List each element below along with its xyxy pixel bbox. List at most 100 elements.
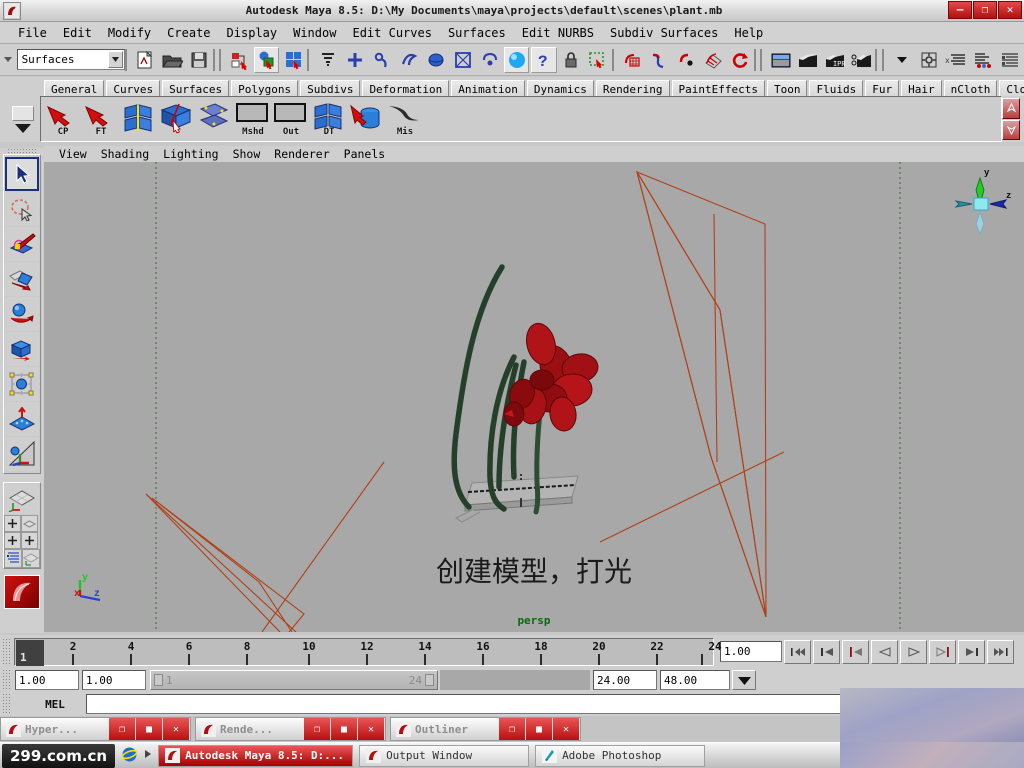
layout-cell-bottom-right[interactable]	[21, 532, 38, 549]
viewport-menu-lighting[interactable]: Lighting	[156, 147, 225, 161]
select-tool[interactable]	[5, 157, 39, 191]
paint-select-tool[interactable]	[5, 227, 39, 261]
channel-box-icon[interactable]	[971, 47, 996, 73]
menu-file[interactable]: File	[10, 24, 55, 42]
ipr-render-icon[interactable]: IPR	[822, 47, 847, 73]
window-render-view[interactable]: Rende... ❐ ■ ✕	[195, 717, 386, 741]
scroll-up-icon[interactable]	[1002, 98, 1020, 119]
viewport-menu-shading[interactable]: Shading	[94, 147, 156, 161]
render-current-frame-icon[interactable]	[768, 47, 793, 73]
time-slider-drag-handle[interactable]	[2, 638, 12, 666]
batch-render-icon[interactable]	[849, 47, 874, 73]
make-live-icon[interactable]	[450, 47, 475, 73]
restore-button[interactable]: ■	[136, 718, 163, 740]
play-forwards-button[interactable]	[900, 640, 927, 664]
taskbar-item-output-window[interactable]: Output Window	[359, 745, 529, 767]
shelf-item-ft[interactable]: FT	[83, 101, 119, 137]
play-backwards-button[interactable]	[871, 640, 898, 664]
close-button[interactable]: ✕	[998, 1, 1022, 19]
snap-point-red-icon[interactable]	[674, 47, 699, 73]
time-slider-track[interactable]: 1 2 4 6 8 10 12 14 16 18 20 22 24	[14, 638, 714, 666]
rotate-tool[interactable]	[5, 297, 39, 331]
move-tool[interactable]	[5, 262, 39, 296]
window-outliner[interactable]: Outliner ❐ ■ ✕	[390, 717, 581, 741]
internet-explorer-icon[interactable]	[121, 746, 138, 766]
select-by-hierarchy-icon[interactable]	[227, 47, 252, 73]
menu-edit[interactable]: Edit	[55, 24, 100, 42]
show-manipulator-tool[interactable]	[5, 437, 39, 471]
shelf-item-cp[interactable]: CP	[45, 101, 81, 137]
maximize-button[interactable]: ❐	[973, 1, 997, 19]
shelf-tab-surfaces[interactable]: Surfaces	[162, 80, 229, 97]
snap-rotate-icon[interactable]	[728, 47, 753, 73]
menu-display[interactable]: Display	[219, 24, 286, 42]
help-icon[interactable]: ?	[531, 47, 556, 73]
window-hypershade[interactable]: Hyper... ❐ ■ ✕	[0, 717, 191, 741]
shelf-tab-polygons[interactable]: Polygons	[231, 80, 298, 97]
snap-to-grid-plus-icon[interactable]	[342, 47, 367, 73]
shelf-tab-animation[interactable]: Animation	[451, 80, 525, 97]
render-settings-icon[interactable]	[795, 47, 820, 73]
outliner-persp-layout[interactable]	[4, 549, 40, 568]
shelf-item-mis[interactable]: Mis	[387, 101, 423, 137]
range-start-field[interactable]: 1.00	[82, 670, 146, 690]
shelf-tab-painteffects[interactable]: PaintEffects	[672, 80, 765, 97]
range-end-handle[interactable]	[425, 674, 434, 686]
save-scene-icon[interactable]	[187, 47, 212, 73]
select-marquee-icon[interactable]	[586, 47, 611, 73]
menu-help[interactable]: Help	[726, 24, 771, 42]
construction-history-icon[interactable]	[477, 47, 502, 73]
shelf-tab-dynamics[interactable]: Dynamics	[527, 80, 594, 97]
shelf-tab-ncloth[interactable]: nCloth	[944, 80, 998, 97]
restore-button[interactable]: ■	[526, 718, 553, 740]
shelf-tab-rendering[interactable]: Rendering	[596, 80, 670, 97]
minimize-button[interactable]: –	[948, 1, 972, 19]
menu-surfaces[interactable]: Surfaces	[440, 24, 514, 42]
perspective-viewport[interactable]: 创建模型，打光 persp y z y z x	[44, 162, 1024, 632]
start-button[interactable]: 299.com.cn	[2, 744, 115, 768]
attribute-editor-icon[interactable]: x	[944, 47, 969, 73]
snap-to-curve-icon[interactable]	[369, 47, 394, 73]
close-button[interactable]: ✕	[358, 718, 385, 740]
minimize-button[interactable]: ❐	[499, 718, 526, 740]
outliner-icon[interactable]	[998, 47, 1023, 73]
shelf-item-trim[interactable]	[159, 101, 195, 137]
chevron-right-icon[interactable]	[144, 749, 152, 762]
range-bar[interactable]: 1 24	[150, 670, 438, 690]
shelf-tab-curves[interactable]: Curves	[106, 80, 160, 97]
lasso-select-tool[interactable]	[5, 192, 39, 226]
current-frame-indicator[interactable]: 1	[16, 640, 44, 666]
close-button[interactable]: ✕	[163, 718, 190, 740]
command-line-drag-handle[interactable]	[2, 693, 12, 715]
select-by-object-icon[interactable]	[254, 47, 279, 73]
minimize-button[interactable]: ❐	[304, 718, 331, 740]
shelf-item-loft[interactable]	[121, 101, 157, 137]
chevron-down-icon[interactable]	[890, 47, 915, 73]
go-to-end-button[interactable]	[987, 640, 1014, 664]
shelf-tab-cloth[interactable]: Cloth	[999, 80, 1024, 97]
soft-modification-tool[interactable]	[5, 402, 39, 436]
snap-curve-red-icon[interactable]	[647, 47, 672, 73]
scale-tool[interactable]	[5, 332, 39, 366]
range-slider-drag-handle[interactable]	[2, 669, 12, 691]
viewport-menu-view[interactable]: View	[52, 147, 94, 161]
chevron-down-icon[interactable]	[108, 51, 123, 68]
shelf-tab-fur[interactable]: Fur	[865, 80, 899, 97]
shelf-item-out[interactable]: Out	[273, 101, 309, 137]
viewport-menu-panels[interactable]: Panels	[337, 147, 393, 161]
prev-key-button[interactable]	[813, 640, 840, 664]
shelf-tab-hair[interactable]: Hair	[901, 80, 942, 97]
menu-edit-nurbs[interactable]: Edit NURBS	[514, 24, 602, 42]
shelf-tab-subdivs[interactable]: Subdivs	[300, 80, 360, 97]
layout-cell-bottom-left[interactable]	[4, 532, 21, 549]
snap-to-point-icon[interactable]	[396, 47, 421, 73]
menu-create[interactable]: Create	[159, 24, 218, 42]
snap-to-view-plane-icon[interactable]	[315, 47, 340, 73]
single-perspective-layout[interactable]	[5, 484, 39, 514]
four-view-layout[interactable]	[4, 515, 40, 532]
menu-modify[interactable]: Modify	[100, 24, 159, 42]
layout-cell-outliner[interactable]	[4, 549, 22, 568]
shelf-item-dt[interactable]: DT	[311, 101, 347, 137]
close-button[interactable]: ✕	[553, 718, 580, 740]
minimize-button[interactable]: ❐	[109, 718, 136, 740]
